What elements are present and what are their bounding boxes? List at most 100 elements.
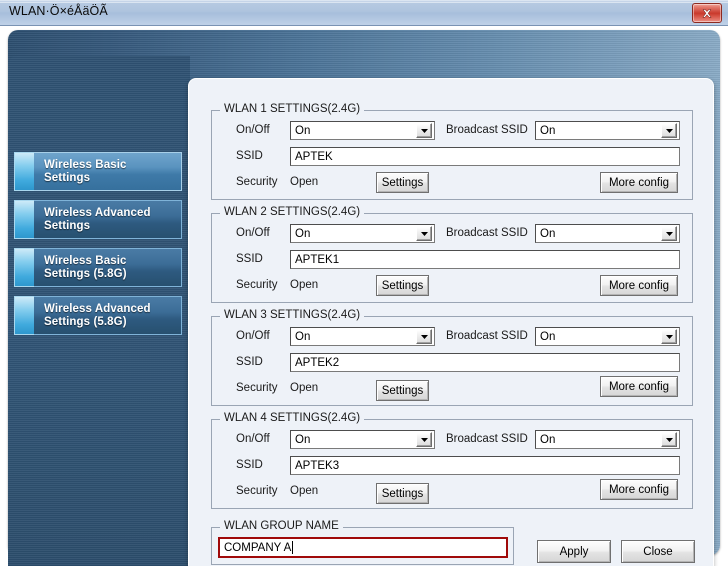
nav-item-body: Wireless Advanced Settings [34, 200, 182, 239]
wlan-2-onoff-select[interactable]: On [290, 224, 435, 243]
wlan-4-onoff-select[interactable]: On [290, 430, 435, 449]
wlan-1-security-settings-button[interactable]: Settings [376, 172, 429, 193]
nav-accent-chip-icon [14, 200, 35, 239]
wlan-2-security-settings-button[interactable]: Settings [376, 275, 429, 296]
sidebar-item-label-line2: Settings (5.8G) [44, 267, 127, 280]
wlan-4-onoff-label: On/Off [236, 433, 270, 445]
sidebar-item-wireless-advanced-settings-5g[interactable]: Wireless Advanced Settings (5.8G) [14, 296, 182, 335]
wlan-1-onoff-value: On [295, 124, 311, 137]
sidebar-item-label-line2: Settings [44, 171, 91, 184]
wlan-group-name-group: WLAN GROUP NAME COMPANY A [211, 520, 514, 565]
nav-item-body: Wireless Basic Settings (5.8G) [34, 248, 182, 287]
wlan-3-more-config-button[interactable]: More config [600, 376, 678, 397]
wlan-1-security-value: Open [290, 176, 319, 188]
sidebar-nav: Wireless Basic Settings Wireless Advance… [14, 152, 182, 344]
wlan-2-more-config-button[interactable]: More config [600, 275, 678, 296]
wlan-2-onoff-label: On/Off [236, 227, 270, 239]
wlan-4-broadcast-ssid-select[interactable]: On [535, 430, 680, 449]
chevron-down-icon [416, 432, 432, 447]
title-bar-texture [0, 0, 728, 3]
apply-button[interactable]: Apply [537, 540, 611, 563]
wlan-4-broadcast-ssid-label: Broadcast SSID [446, 433, 528, 445]
wlan-2-broadcast-ssid-value: On [540, 227, 556, 240]
chevron-down-icon [416, 123, 432, 138]
wlan-4-onoff-value: On [295, 433, 311, 446]
chevron-down-icon [416, 226, 432, 241]
nav-accent-chip-icon [14, 152, 35, 191]
chevron-down-icon [661, 123, 677, 138]
wlan-4-group-title: WLAN 4 SETTINGS(2.4G) [220, 412, 365, 424]
wlan-1-security-label: Security [236, 176, 278, 188]
chevron-down-icon [661, 432, 677, 447]
wlan-2-onoff-value: On [295, 227, 311, 240]
wlan-3-security-value: Open [290, 382, 319, 394]
wlan-4-ssid-label: SSID [236, 459, 263, 471]
wlan-1-ssid-input[interactable]: APTEK [290, 147, 680, 166]
wlan-1-more-config-button[interactable]: More config [600, 172, 678, 193]
wlan-3-onoff-label: On/Off [236, 330, 270, 342]
close-window-button[interactable] [692, 3, 722, 23]
wlan-2-broadcast-ssid-select[interactable]: On [535, 224, 680, 243]
wlan-4-security-settings-button[interactable]: Settings [376, 483, 429, 504]
nav-accent-chip-icon [14, 296, 35, 335]
chevron-down-icon [661, 329, 677, 344]
wlan-1-group-title: WLAN 1 SETTINGS(2.4G) [220, 103, 365, 115]
wlan-group-name-input[interactable]: COMPANY A [218, 537, 508, 558]
sidebar-item-label-line2: Settings [44, 219, 91, 232]
nav-item-body: Wireless Basic Settings [34, 152, 182, 191]
sidebar-item-wireless-advanced-settings[interactable]: Wireless Advanced Settings [14, 200, 182, 239]
wlan-1-broadcast-ssid-label: Broadcast SSID [446, 124, 528, 136]
chevron-down-icon [661, 226, 677, 241]
close-button[interactable]: Close [621, 540, 695, 563]
wlan-3-broadcast-ssid-value: On [540, 330, 556, 343]
sidebar-item-label-line2: Settings (5.8G) [44, 315, 127, 328]
wlan-3-ssid-input[interactable]: APTEK2 [290, 353, 680, 372]
wlan-1-settings-group: WLAN 1 SETTINGS(2.4G) On/Off On Broadcas… [211, 103, 693, 200]
wlan-3-onoff-value: On [295, 330, 311, 343]
wlan-3-security-label: Security [236, 382, 278, 394]
sidebar-item-label: Wireless Basic Settings (5.8G) [34, 255, 127, 281]
wlan-2-broadcast-ssid-label: Broadcast SSID [446, 227, 528, 239]
wlan-2-group-title: WLAN 2 SETTINGS(2.4G) [220, 206, 365, 218]
wlan-3-broadcast-ssid-select[interactable]: On [535, 327, 680, 346]
nav-item-body: Wireless Advanced Settings (5.8G) [34, 296, 182, 335]
window-body: Wireless Basic Settings Wireless Advance… [0, 26, 728, 566]
wlan-group-name-value: COMPANY A [224, 541, 292, 554]
wlan-1-broadcast-ssid-value: On [540, 124, 556, 137]
wlan-3-onoff-select[interactable]: On [290, 327, 435, 346]
chevron-down-icon [416, 329, 432, 344]
wlan-2-ssid-label: SSID [236, 253, 263, 265]
sidebar-item-label-line1: Wireless Advanced [44, 302, 151, 315]
nav-accent-chip-icon [14, 248, 35, 287]
sidebar-item-wireless-basic-settings[interactable]: Wireless Basic Settings [14, 152, 182, 191]
close-x-icon [702, 8, 712, 18]
main-content-panel: WLAN 1 SETTINGS(2.4G) On/Off On Broadcas… [188, 78, 714, 566]
wlan-2-security-label: Security [236, 279, 278, 291]
wlan-4-security-label: Security [236, 485, 278, 497]
sidebar-item-label-line1: Wireless Basic [44, 254, 127, 267]
sidebar-item-wireless-basic-settings-5g[interactable]: Wireless Basic Settings (5.8G) [14, 248, 182, 287]
wlan-4-security-value: Open [290, 485, 319, 497]
wlan-3-group-title: WLAN 3 SETTINGS(2.4G) [220, 309, 365, 321]
wlan-1-broadcast-ssid-select[interactable]: On [535, 121, 680, 140]
wlan-1-onoff-select[interactable]: On [290, 121, 435, 140]
application-window: WLAN·Ö×éÅäÖÃ Wireless Basic Settings Wir… [0, 0, 728, 566]
wlan-4-more-config-button[interactable]: More config [600, 479, 678, 500]
sidebar-item-label-line1: Wireless Advanced [44, 206, 151, 219]
sidebar-item-label: Wireless Advanced Settings (5.8G) [34, 303, 151, 329]
wlan-2-security-value: Open [290, 279, 319, 291]
wlan-4-ssid-input[interactable]: APTEK3 [290, 456, 680, 475]
text-caret [292, 541, 294, 554]
wlan-2-ssid-input[interactable]: APTEK1 [290, 250, 680, 269]
wlan-group-name-title: WLAN GROUP NAME [220, 520, 343, 532]
wlan-3-broadcast-ssid-label: Broadcast SSID [446, 330, 528, 342]
wlan-4-broadcast-ssid-value: On [540, 433, 556, 446]
wlan-3-security-settings-button[interactable]: Settings [376, 380, 429, 401]
wlan-4-settings-group: WLAN 4 SETTINGS(2.4G) On/Off On Broadcas… [211, 412, 693, 509]
window-title: WLAN·Ö×éÅäÖÃ [9, 4, 108, 18]
wlan-1-onoff-label: On/Off [236, 124, 270, 136]
wlan-3-settings-group: WLAN 3 SETTINGS(2.4G) On/Off On Broadcas… [211, 309, 693, 406]
wlan-1-ssid-label: SSID [236, 150, 263, 162]
title-bar: WLAN·Ö×éÅäÖÃ [0, 0, 728, 26]
sidebar-item-label-line1: Wireless Basic [44, 158, 127, 171]
